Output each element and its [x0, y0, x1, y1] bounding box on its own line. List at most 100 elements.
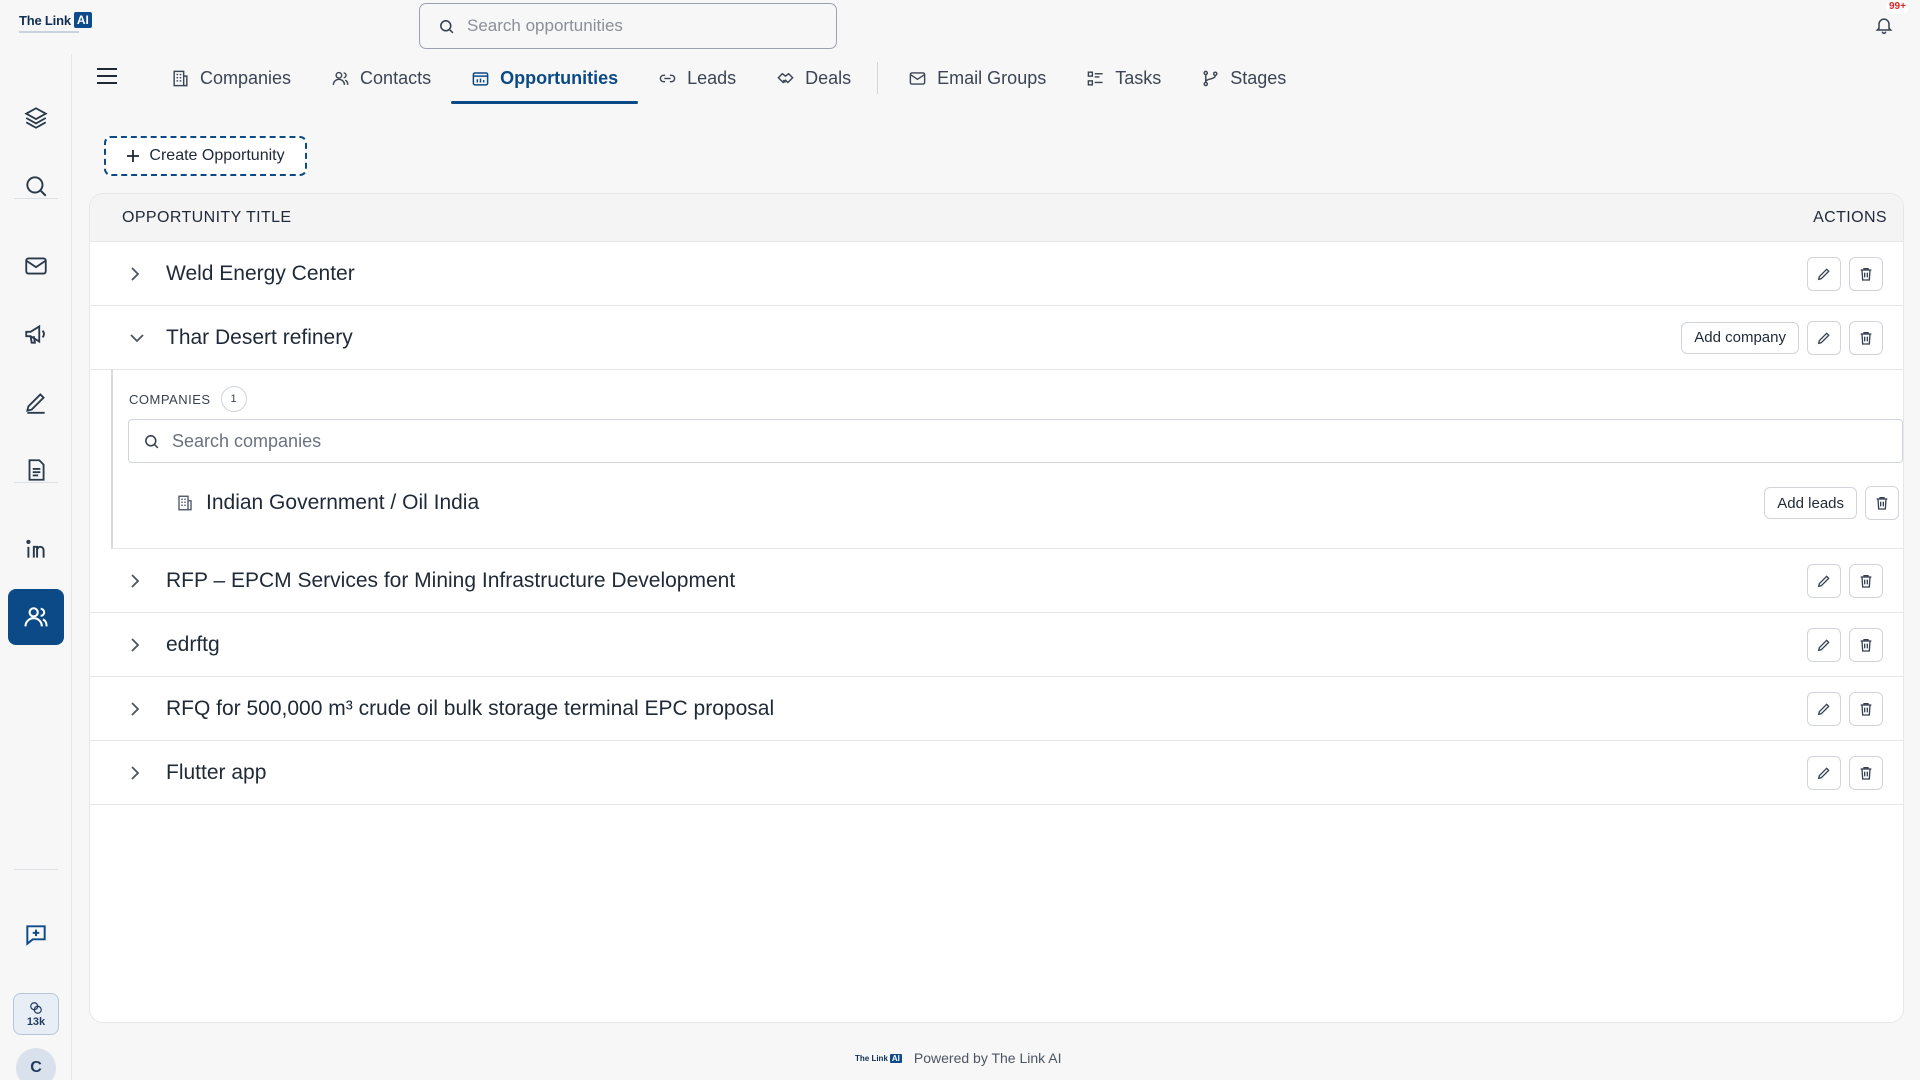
tab-label: Contacts	[360, 67, 432, 88]
opportunity-details-panel: COMPANIES 1 Indian Government / Oil Indi…	[111, 370, 1903, 549]
table-row[interactable]: Flutter app	[90, 741, 1903, 805]
sidebar-divider	[14, 869, 58, 870]
opportunity-title: edrftg	[166, 632, 220, 656]
tab-email-groups[interactable]: Email Groups	[888, 52, 1066, 104]
pen-icon	[23, 389, 49, 415]
app-logo[interactable]: The Link AI	[19, 12, 92, 28]
table-row[interactable]: Weld Energy Center	[90, 242, 1903, 306]
chevron-right-icon[interactable]	[130, 701, 148, 716]
table-header: OPPORTUNITY TITLE ACTIONS	[90, 194, 1903, 242]
trash-icon	[1858, 637, 1874, 653]
edit-button[interactable]	[1807, 627, 1841, 662]
logo-text: The Link	[19, 12, 71, 28]
chevron-right-icon[interactable]	[130, 266, 148, 281]
sidebar-item-campaigns[interactable]	[8, 306, 64, 362]
search-opportunities-input[interactable]	[467, 16, 807, 36]
opportunity-title: Flutter app	[166, 760, 267, 784]
company-name: Indian Government / Oil India	[206, 491, 480, 514]
row-actions	[1807, 755, 1883, 790]
tab-separator	[877, 62, 879, 94]
chevron-right-icon[interactable]	[130, 573, 148, 588]
nav-tabs: Companies Contacts Opportunities Leads D…	[151, 52, 1306, 104]
row-actions	[1807, 563, 1883, 598]
edit-button[interactable]	[1807, 256, 1841, 291]
tab-tasks[interactable]: Tasks	[1066, 52, 1181, 104]
footer: The Link AI Powered by The Link AI	[855, 1050, 1062, 1066]
companies-header: COMPANIES 1	[129, 386, 247, 412]
chevron-right-icon[interactable]	[130, 637, 148, 652]
add-company-button[interactable]: Add company	[1681, 321, 1799, 354]
edit-button[interactable]	[1807, 563, 1841, 598]
delete-button[interactable]	[1849, 691, 1883, 726]
delete-button[interactable]	[1849, 627, 1883, 662]
row-actions: Add company	[1681, 320, 1883, 355]
pencil-icon	[1816, 573, 1832, 589]
opportunities-icon	[471, 69, 490, 88]
building-icon	[176, 494, 194, 512]
row-actions	[1807, 691, 1883, 726]
table-row[interactable]: Thar Desert refinery Add company	[90, 306, 1903, 370]
table-row[interactable]: edrftg	[90, 613, 1903, 677]
sidebar-item-crm[interactable]	[8, 589, 64, 645]
footer-logo: The Link AI	[855, 1053, 902, 1063]
credits-badge[interactable]: 13k	[13, 993, 59, 1035]
edit-button[interactable]	[1807, 755, 1841, 790]
sidebar-item-mail[interactable]	[8, 238, 64, 294]
companies-count-badge: 1	[220, 386, 247, 412]
users-icon	[22, 603, 50, 631]
credits-count: 13k	[26, 1015, 46, 1028]
link-icon	[658, 69, 677, 88]
tab-contacts[interactable]: Contacts	[311, 52, 451, 104]
tab-label: Leads	[687, 67, 737, 88]
top-bar: The Link AI 99+	[0, 0, 1920, 54]
tab-label: Email Groups	[937, 67, 1047, 88]
trash-icon	[1858, 330, 1874, 346]
tab-label: Tasks	[1115, 67, 1162, 88]
column-header-actions: ACTIONS	[1813, 208, 1887, 226]
pencil-icon	[1816, 701, 1832, 717]
sidebar-divider	[14, 482, 58, 483]
sidebar-item-compose[interactable]	[8, 374, 64, 430]
company-row[interactable]: Indian Government / Oil India Add leads	[128, 475, 1903, 531]
sidebar-item-documents[interactable]	[8, 442, 64, 498]
edit-button[interactable]	[1807, 691, 1841, 726]
edit-button[interactable]	[1807, 320, 1841, 355]
trash-icon	[1874, 495, 1890, 511]
tab-stages[interactable]: Stages	[1181, 52, 1306, 104]
chevron-right-icon[interactable]	[130, 765, 148, 780]
delete-company-button[interactable]	[1865, 486, 1899, 520]
menu-icon[interactable]	[96, 67, 118, 85]
row-actions	[1807, 256, 1883, 291]
sidebar-item-new-chat[interactable]	[8, 907, 64, 963]
tab-leads[interactable]: Leads	[638, 52, 756, 104]
coins-icon	[28, 1001, 44, 1015]
logo-ai-badge: AI	[73, 12, 92, 28]
tab-opportunities[interactable]: Opportunities	[451, 52, 639, 104]
create-opportunity-button[interactable]: Create Opportunity	[104, 136, 307, 176]
handshake-icon	[776, 69, 795, 88]
table-row[interactable]: RFP – EPCM Services for Mining Infrastru…	[90, 549, 1903, 613]
delete-button[interactable]	[1849, 256, 1883, 291]
search-icon	[438, 18, 455, 35]
opportunities-search[interactable]	[419, 3, 837, 49]
tab-companies[interactable]: Companies	[151, 52, 311, 104]
pencil-icon	[1816, 637, 1832, 653]
companies-search[interactable]	[128, 419, 1903, 463]
chevron-down-icon[interactable]	[130, 333, 148, 343]
delete-button[interactable]	[1849, 320, 1883, 355]
sidebar-item-layers[interactable]	[8, 90, 64, 146]
add-leads-button[interactable]: Add leads	[1764, 487, 1857, 519]
search-companies-input[interactable]	[172, 430, 1672, 452]
delete-button[interactable]	[1849, 563, 1883, 598]
create-button-label: Create Opportunity	[149, 147, 285, 164]
search-icon	[143, 433, 160, 450]
sidebar-item-linkedin[interactable]	[8, 521, 64, 577]
pencil-icon	[1816, 765, 1832, 781]
tab-deals[interactable]: Deals	[756, 52, 871, 104]
sidebar-item-search[interactable]	[8, 158, 64, 214]
avatar[interactable]: C	[16, 1048, 56, 1080]
bell-icon[interactable]	[1874, 14, 1894, 36]
trash-icon	[1858, 573, 1874, 589]
delete-button[interactable]	[1849, 755, 1883, 790]
table-row[interactable]: RFQ for 500,000 m³ crude oil bulk storag…	[90, 677, 1903, 741]
